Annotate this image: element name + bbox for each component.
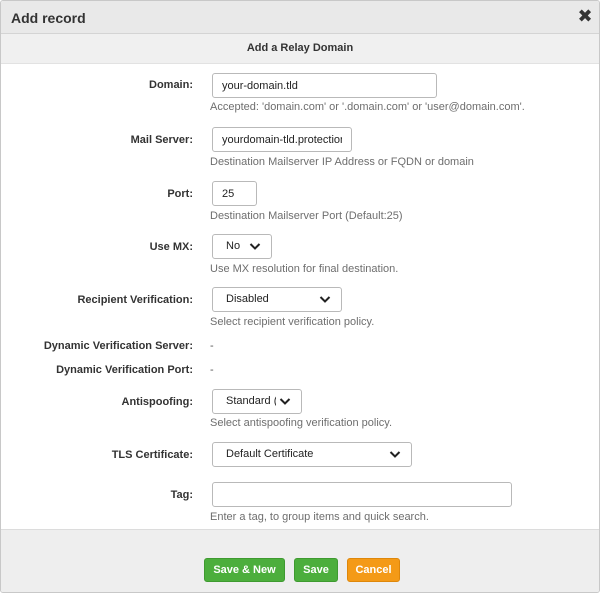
section-header: Add a Relay Domain [1,34,599,64]
chevron-down-icon [279,398,291,405]
chevron-down-icon [389,451,401,458]
antispoofing-select[interactable]: Standard ( [212,389,302,414]
recipient-verification-help: Select recipient verification policy. [210,316,375,328]
recipient-verification-select[interactable]: Disabled [212,287,342,312]
tag-label: Tag: [170,489,193,501]
mail-server-input[interactable] [212,127,352,152]
domain-help: Accepted: 'domain.com' or '.domain.com' … [210,101,525,113]
tag-input[interactable] [212,482,512,507]
close-icon[interactable]: ✖ [577,7,593,25]
chevron-down-icon [319,296,331,303]
use-mx-select[interactable]: No [212,234,272,259]
mail-server-help: Destination Mailserver IP Address or FQD… [210,156,474,168]
tls-certificate-label: TLS Certificate: [111,449,193,461]
tls-certificate-value: Default Certificate [226,448,314,460]
save-button[interactable]: Save [294,558,338,582]
antispoofing-value: Standard ( [226,395,276,407]
dialog-titlebar: Add record ✖ [1,1,599,34]
port-label: Port: [167,188,193,200]
save-and-new-button[interactable]: Save & New [204,558,285,582]
cancel-button[interactable]: Cancel [347,558,400,582]
use-mx-label: Use MX: [149,241,193,253]
domain-input[interactable] [212,73,437,98]
tls-certificate-select[interactable]: Default Certificate [212,442,412,467]
add-record-dialog: Add record ✖ Add a Relay Domain Domain: … [0,0,600,593]
use-mx-help: Use MX resolution for final destination. [210,263,399,275]
dynamic-verification-port-label: Dynamic Verification Port: [56,364,193,376]
mail-server-label: Mail Server: [130,134,193,146]
dialog-footer: Save & New Save Cancel [1,529,599,592]
dynamic-verification-port-value: - [210,364,214,376]
dynamic-verification-server-value: - [210,340,214,352]
recipient-verification-value: Disabled [226,293,269,305]
use-mx-value: No [226,240,241,252]
dialog-title: Add record [11,10,86,26]
recipient-verification-label: Recipient Verification: [77,294,193,306]
chevron-down-icon [249,243,261,250]
tag-help: Enter a tag, to group items and quick se… [210,511,429,523]
domain-label: Domain: [149,79,193,91]
port-help: Destination Mailserver Port (Default:25) [210,210,403,222]
antispoofing-help: Select antispoofing verification policy. [210,417,393,429]
port-input[interactable] [212,181,257,206]
dynamic-verification-server-label: Dynamic Verification Server: [43,340,193,352]
antispoofing-label: Antispoofing: [121,396,193,408]
